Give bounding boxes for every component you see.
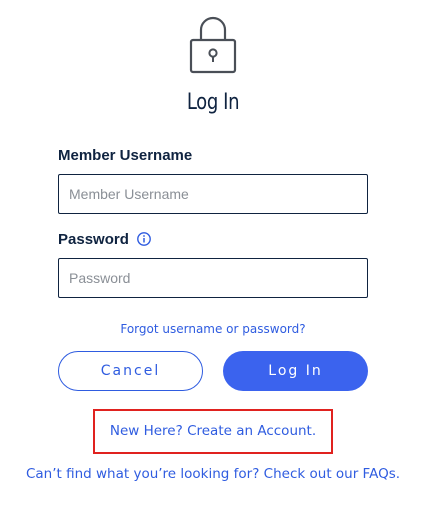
cancel-button[interactable]: Cancel: [58, 351, 203, 391]
password-label-row: Password: [58, 231, 151, 248]
faq-link[interactable]: Can’t find what you’re looking for? Chec…: [0, 466, 426, 482]
lock-icon: [189, 16, 237, 74]
page-title: Log In: [186, 90, 240, 115]
username-label: Member Username: [58, 147, 193, 164]
create-account-link[interactable]: New Here? Create an Account.: [93, 423, 333, 439]
forgot-credentials-link[interactable]: Forgot username or password?: [0, 322, 426, 336]
username-input[interactable]: [58, 174, 368, 214]
info-icon[interactable]: [137, 232, 151, 246]
login-button[interactable]: Log In: [223, 351, 368, 391]
password-label: Password: [58, 231, 129, 248]
password-input[interactable]: [58, 258, 368, 298]
